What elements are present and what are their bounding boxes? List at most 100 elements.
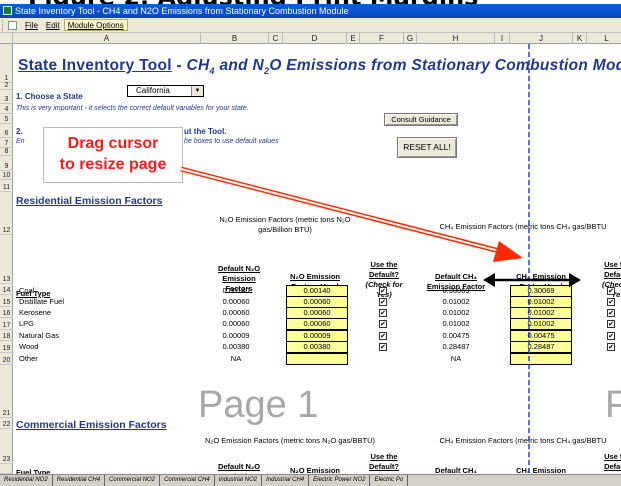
n2o-factors-header-commercial: N₂O Emission Factors (metric tons N₂O ga… — [205, 436, 376, 445]
column-header-g[interactable]: G — [404, 33, 417, 44]
sheet-tab[interactable]: Industrial NO2 — [215, 475, 263, 486]
column-header-l[interactable]: L — [587, 33, 621, 44]
row-header[interactable]: 11 — [0, 180, 13, 192]
step2-note-prefix: En — [16, 138, 25, 145]
worksheet-grid[interactable]: State Inventory Tool - CH4 and N2O Emiss… — [13, 44, 621, 474]
use-default-checkbox[interactable]: ✔ — [379, 309, 387, 317]
column-header-f[interactable]: F — [360, 33, 404, 44]
menu-file[interactable]: File — [21, 18, 42, 33]
column-header-a[interactable]: A — [13, 33, 201, 44]
column-header-c[interactable]: C — [269, 33, 283, 44]
sheet-tab[interactable]: Residential NO2 — [0, 475, 53, 486]
sheet-tab[interactable]: Electric Po — [370, 475, 409, 486]
row-header[interactable]: 5 — [0, 114, 13, 124]
module-title: State Inventory Tool - CH4 and N2O Emiss… — [18, 57, 621, 77]
n2o-used-input[interactable] — [286, 353, 348, 365]
n2o-used-header-commercial: N₂O Emission — [289, 466, 340, 474]
select-all-corner[interactable] — [0, 33, 13, 44]
column-header-b[interactable]: B — [201, 33, 269, 44]
row-header[interactable]: 9 — [0, 156, 13, 171]
column-header-k[interactable]: K — [573, 33, 587, 44]
sheet-tab[interactable]: Electric Power NO2 — [309, 475, 371, 486]
ch4-used-input[interactable] — [510, 353, 572, 365]
row-header[interactable]: 18 — [0, 330, 13, 341]
use-default-checkbox[interactable]: ✔ — [607, 320, 615, 328]
use-default-checkbox[interactable]: ✔ — [607, 343, 615, 351]
use-default-checkbox[interactable]: ✔ — [607, 287, 615, 295]
row-header[interactable] — [0, 464, 13, 474]
sheet-icon[interactable] — [8, 21, 17, 30]
row-header[interactable]: 3 — [0, 90, 13, 104]
sheet-tab[interactable]: Commercial NO2 — [105, 475, 161, 486]
state-select[interactable]: California ▼ — [127, 85, 204, 97]
n2o-used-input[interactable]: 0.00060 — [286, 318, 348, 330]
menu-bar: File Edit Module Options — [0, 18, 621, 33]
default-ch4-cell: 0.01002 — [442, 308, 470, 317]
fuel-cell: Natural Gas — [19, 331, 60, 340]
column-header-d[interactable]: D — [283, 33, 347, 44]
row-header[interactable]: 23 — [0, 429, 13, 464]
ch4-used-input[interactable]: 0.28487 — [510, 341, 572, 353]
column-header-bar: A B C D E F G H I J K L — [0, 33, 621, 44]
row-header[interactable]: 12 — [0, 192, 13, 235]
use-default-checkbox[interactable]: ✔ — [379, 320, 387, 328]
pointer-arrow-head — [493, 241, 523, 262]
default-n2o-cell: NA — [230, 354, 242, 363]
menu-module-options[interactable]: Module Options — [63, 19, 128, 31]
column-header-i[interactable]: I — [495, 33, 510, 44]
toolbar-grip-handle[interactable] — [2, 20, 5, 31]
default-ch4-cell: NA — [450, 354, 462, 363]
residential-section-title: Residential Emission Factors — [16, 195, 163, 207]
fuel-cell: Kerosene — [19, 308, 52, 317]
ch4-factors-header: CH₄ Emission Factors (metric tons CH₄ ga… — [439, 222, 607, 231]
default-ch4-cell: 0.01002 — [442, 319, 470, 328]
sheet-tab[interactable]: Residential CH4 — [53, 475, 106, 486]
use-default-checkbox[interactable]: ✔ — [379, 298, 387, 306]
ch4-used-input[interactable]: 0.01002 — [510, 318, 572, 330]
sheet-tab[interactable]: Industrial CH4 — [262, 475, 310, 486]
drag-annotation-line2: to resize page — [59, 156, 167, 173]
row-header[interactable]: 21 — [0, 365, 13, 418]
default-n2o-cell: 0.00060 — [222, 319, 250, 328]
row-header[interactable]: 19 — [0, 341, 13, 353]
row-header[interactable]: 13 — [0, 235, 13, 284]
window-title: State Inventory Tool - CH4 and N2O Emiss… — [15, 6, 349, 16]
row-header[interactable]: 7 — [0, 138, 13, 148]
step1-label: 1. Choose a State — [16, 92, 83, 101]
default-n2o-header-commercial: Default N₂O Emission — [217, 462, 261, 474]
row-header[interactable]: 8 — [0, 148, 13, 156]
row-header[interactable]: 14 — [0, 284, 13, 295]
fuel-cell: Wood — [19, 342, 39, 351]
row-header[interactable]: 2 — [0, 82, 13, 90]
use-default-checkbox[interactable]: ✔ — [607, 309, 615, 317]
row-header[interactable]: 22 — [0, 418, 13, 429]
column-header-e[interactable]: E — [347, 33, 360, 44]
dropdown-arrow-icon[interactable]: ▼ — [191, 86, 203, 96]
use-default-checkbox[interactable]: ✔ — [379, 287, 387, 295]
fuel-cell: LPG — [19, 319, 35, 328]
menu-edit[interactable]: Edit — [42, 18, 64, 33]
default-ch4-cell: 0.00475 — [442, 331, 470, 340]
row-header[interactable]: 10 — [0, 171, 13, 180]
sheet-tab[interactable]: Commercial CH4 — [160, 475, 215, 486]
excel-app-icon — [3, 6, 12, 15]
reset-all-button[interactable]: RESET ALL! — [397, 137, 457, 158]
row-header[interactable]: 6 — [0, 124, 13, 138]
page-1-watermark: Page 1 — [198, 384, 319, 426]
column-header-h[interactable]: H — [417, 33, 495, 44]
row-header[interactable]: 20 — [0, 353, 13, 365]
row-header[interactable]: 16 — [0, 307, 13, 318]
step2-note-tail: he boxes to use default values — [184, 138, 279, 145]
n2o-used-input[interactable]: 0.00380 — [286, 341, 348, 353]
row-header[interactable]: 17 — [0, 318, 13, 330]
use-default-header-cut: Use th Defaul — [604, 260, 621, 279]
consult-guidance-button[interactable]: Consult Guidance — [384, 113, 458, 126]
row-header[interactable]: 4 — [0, 104, 13, 114]
row-header[interactable]: 15 — [0, 295, 13, 307]
column-header-j[interactable]: J — [510, 33, 573, 44]
use-default-checkbox[interactable]: ✔ — [607, 332, 615, 340]
use-default-checkbox[interactable]: ✔ — [379, 332, 387, 340]
use-default-checkbox[interactable]: ✔ — [379, 343, 387, 351]
row-header[interactable]: 1 — [0, 44, 13, 83]
use-default-checkbox[interactable]: ✔ — [607, 298, 615, 306]
